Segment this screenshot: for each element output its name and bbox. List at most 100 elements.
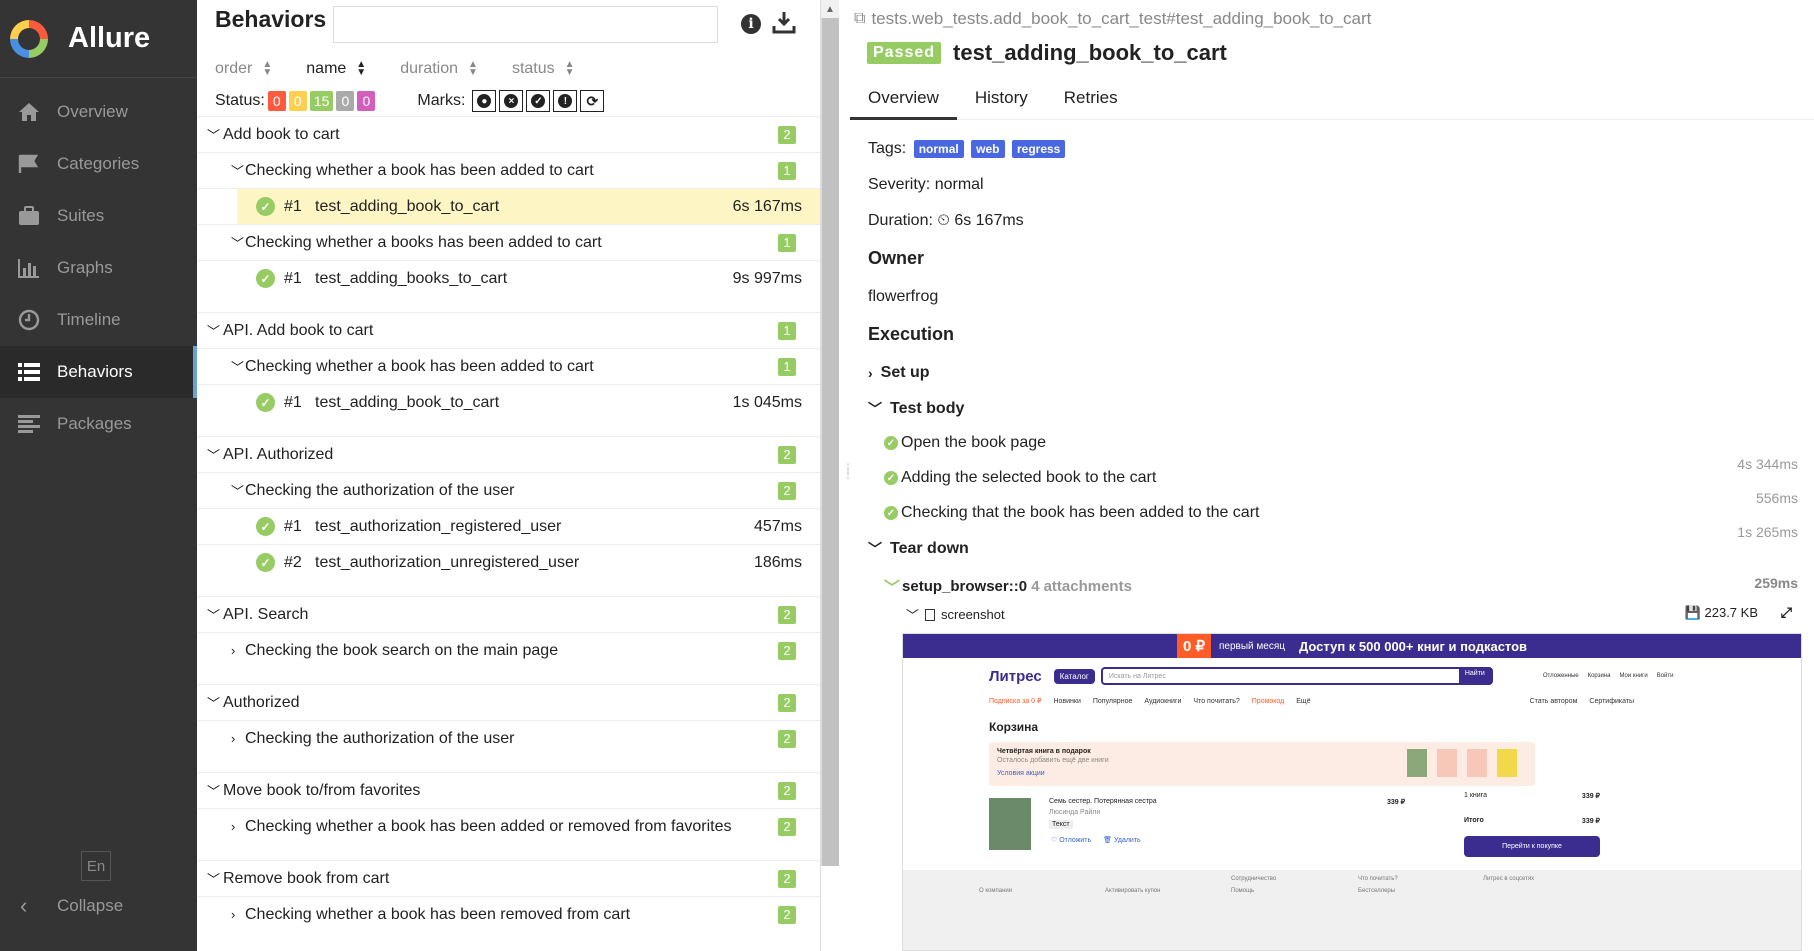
step-row[interactable]: ✓ Open the book page <box>884 434 1046 452</box>
shot-checkout-button: Перейти к покупке <box>1464 836 1600 857</box>
step-row[interactable]: ✓ Adding the selected book to the cart <box>884 469 1156 487</box>
list-icon <box>16 361 42 383</box>
test-row[interactable]: ✓ #1 test_authorization_registered_user 457… <box>197 508 820 544</box>
sort-row: order ▲ ▼ name ▲ ▼ duration ▲ ▼ status ▲ ▼ <box>215 60 815 78</box>
attachment-size: 💾 223.7 KB <box>1685 605 1758 621</box>
attachment-row[interactable]: ﹀ screenshot <box>906 605 1005 624</box>
fixture-row[interactable]: ﹀ setup_browser::0 4 attachments <box>884 574 1132 598</box>
check-circle-icon: ✓ <box>531 94 546 108</box>
sort-status[interactable]: status ▲ ▼ <box>512 60 575 78</box>
sort-name[interactable]: name ▲ ▼ <box>306 60 366 78</box>
test-row[interactable]: ✓ #1 test_adding_book_to_cart 1s 045ms <box>197 384 820 420</box>
tree-group[interactable]: ﹀ Add book to cart 2 <box>197 116 820 152</box>
shot-icon-label: Мои книги <box>1619 673 1648 679</box>
collapse-button[interactable]: ‹ Collapse <box>20 893 123 919</box>
shot-item-actions: ♡ Отложить 🗑 Удалить <box>1051 836 1141 844</box>
gift-icon <box>1497 749 1517 777</box>
language-button[interactable]: En <box>81 851 111 881</box>
subgroup-label: Checking the authorization of the user <box>245 481 515 499</box>
tree-group[interactable]: ﹀ Move book to/from favorites 2 <box>197 772 820 808</box>
sidebar-item-timeline[interactable]: Timeline <box>0 294 197 346</box>
mark-retries-toggle[interactable]: ⟳ <box>580 90 605 112</box>
shot-banner-price: 0 ₽ <box>1176 634 1211 658</box>
sidebar-item-behaviors[interactable]: Behaviors <box>0 346 197 398</box>
tree-group[interactable]: ﹀ API. Search 2 <box>197 596 820 632</box>
scrollbar-thumb[interactable] <box>821 0 839 866</box>
fullscreen-icon[interactable]: ⤢ <box>1781 604 1792 621</box>
count-badge: 2 <box>778 445 796 464</box>
tree-subgroup[interactable]: › Checking whether a book has been added … <box>197 808 820 844</box>
sidebar-item-packages[interactable]: Packages <box>0 398 197 450</box>
count-badge: 2 <box>778 817 796 836</box>
count-badge: 1 <box>778 233 796 252</box>
step-duration: 1s 265ms <box>1737 524 1798 540</box>
tree-subgroup[interactable]: › Checking whether a book has been remove… <box>197 896 820 932</box>
info-icon[interactable]: i <box>741 14 761 34</box>
chevron-down-icon: ﹀ <box>868 541 882 557</box>
tree-subgroup[interactable]: ﹀ Checking whether a book has been added … <box>197 348 820 384</box>
sidebar-item-graphs[interactable]: Graphs <box>0 242 197 294</box>
tree-subgroup[interactable]: › Checking the authorization of the user 2 <box>197 720 820 756</box>
shot-icon-label: Отложенные <box>1542 673 1579 679</box>
tag-badge: normal <box>913 140 964 158</box>
search-input[interactable] <box>333 6 718 43</box>
book-cover-image <box>1407 749 1427 777</box>
tree-subgroup[interactable]: ﹀ Checking whether a book has been added … <box>197 152 820 188</box>
test-duration: 9s 997ms <box>732 269 802 287</box>
trash-icon: 🗑 <box>1103 837 1112 844</box>
tab-history[interactable]: History <box>957 80 1046 120</box>
tab-retries[interactable]: Retries <box>1046 80 1136 120</box>
count-badge: 2 <box>778 481 796 500</box>
scroll-up-icon[interactable]: ▲ <box>821 0 839 18</box>
execution-heading: Execution <box>868 324 955 344</box>
tree-group[interactable]: ﹀ API. Add book to cart 1 <box>197 312 820 348</box>
chevron-right-icon: › <box>231 907 236 922</box>
mark-new-passed-toggle[interactable]: ✓ <box>526 90 551 112</box>
download-icon[interactable] <box>772 10 796 34</box>
test-number: #1 <box>284 197 302 215</box>
tree-subgroup[interactable]: ﹀ Checking the authorization of the user 2 <box>197 472 820 508</box>
status-filter-unknown[interactable]: 0 <box>357 91 376 111</box>
tree-group[interactable]: ﹀ Authorized 2 <box>197 684 820 720</box>
save-icon[interactable]: 💾 <box>1685 605 1701 620</box>
tree-group[interactable]: ﹀ Remove book from cart 2 <box>197 860 820 896</box>
tree-group[interactable]: ﹀ API. Authorized 2 <box>197 436 820 472</box>
mark-new-failed-toggle[interactable]: × <box>499 90 524 112</box>
shot-item-postpone: Отложить <box>1059 837 1092 844</box>
step-label: Checking that the book has been added to… <box>901 504 1260 521</box>
brand[interactable]: Allure <box>0 0 197 78</box>
tags-label: Tags: <box>868 140 907 157</box>
teardown-step[interactable]: ﹀ Tear down <box>868 539 969 559</box>
detail-tabs: Overview History Retries <box>850 80 1814 120</box>
status-filter-broken[interactable]: 0 <box>288 91 307 111</box>
sidebar-item-suites[interactable]: Suites <box>0 190 197 242</box>
sort-order[interactable]: order ▲ ▼ <box>215 60 272 78</box>
mark-new-broken-toggle[interactable]: ! <box>553 90 578 112</box>
tree-subgroup[interactable]: › Checking the book search on the main pa… <box>197 632 820 668</box>
setup-step[interactable]: › Set up <box>868 364 930 382</box>
tab-overview[interactable]: Overview <box>850 80 957 120</box>
test-body-step[interactable]: ﹀ Test body <box>868 399 964 419</box>
test-row[interactable]: ✓ #1 test_adding_book_to_cart 6s 167ms <box>197 188 820 224</box>
test-row[interactable]: ✓ #2 test_authorization_unregistered_user 1… <box>197 544 820 580</box>
mark-flaky-toggle[interactable]: ● <box>472 90 497 112</box>
sidebar-item-overview[interactable]: Overview <box>0 86 197 138</box>
tree-subgroup[interactable]: ﹀ Checking whether a books has been added… <box>197 224 820 260</box>
owner-value: flowerfrog <box>868 288 939 305</box>
test-name: test_authorization_unregistered_user <box>315 553 580 571</box>
status-filter-passed[interactable]: 15 <box>309 91 334 111</box>
step-row[interactable]: ✓ Checking that the book has been added t… <box>884 504 1259 522</box>
sidebar-item-categories[interactable]: Categories <box>0 138 197 190</box>
sort-label: name <box>306 60 347 77</box>
copy-icon[interactable]: ⧉ <box>854 10 865 28</box>
sort-duration[interactable]: duration ▲ ▼ <box>400 60 478 78</box>
shot-icon-label: Войти <box>1656 673 1674 679</box>
shot-item-title: Семь сестер. Потерянная сестра <box>1049 798 1157 805</box>
sidebar-item-label: Timeline <box>57 310 121 329</box>
status-filter-skipped[interactable]: 0 <box>336 91 355 111</box>
heart-icon: ♡ <box>1051 837 1058 844</box>
test-row[interactable]: ✓ #1 test_adding_books_to_cart 9s 997ms <box>197 260 820 296</box>
shot-find-button: Найти <box>1458 668 1491 684</box>
status-filter-failed[interactable]: 0 <box>267 91 286 111</box>
